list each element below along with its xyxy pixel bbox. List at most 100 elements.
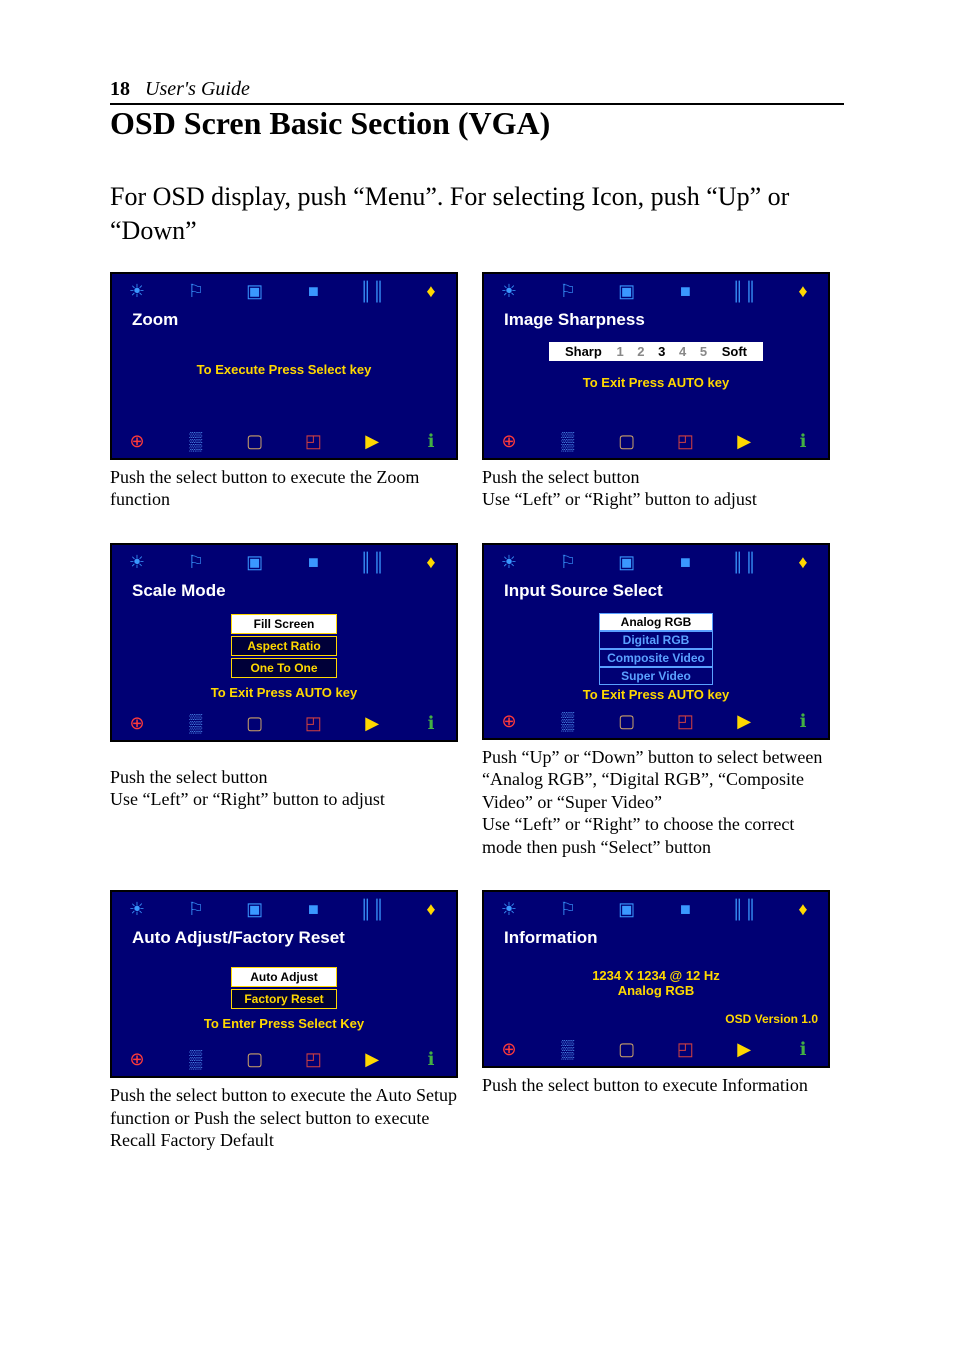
window-icon: ▣ — [238, 280, 272, 302]
square-icon: ▢ — [238, 1048, 272, 1070]
flag-icon: ⚐ — [551, 280, 585, 302]
sharp-right-label: Soft — [722, 344, 747, 359]
osd-auto-panel: ☀ ⚐ ▣ ■ ║║ ♦ Auto Adjust/Factory Reset A… — [110, 890, 458, 1078]
option-super-video[interactable]: Super Video — [599, 667, 713, 685]
grid-icon: ◰ — [668, 430, 702, 452]
grid-icon: ◰ — [296, 430, 330, 452]
info-icon: ℹ — [414, 430, 448, 452]
flag-icon: ⚐ — [179, 551, 213, 573]
option-composite-video[interactable]: Composite Video — [599, 649, 713, 667]
bars-icon: ║║ — [727, 280, 761, 302]
resolution-text: 1234 X 1234 @ 12 Hz — [484, 968, 828, 983]
flag-icon: ⚐ — [551, 551, 585, 573]
osd-title: Auto Adjust/Factory Reset — [112, 924, 456, 956]
option-fill-screen[interactable]: Fill Screen — [231, 614, 337, 634]
osd-hint: To Enter Press Select Key — [112, 1016, 456, 1031]
scale-2: 2 — [637, 344, 644, 359]
zoom-in-icon: ⊕ — [492, 430, 526, 452]
bottom-icon-bar: ⊕ ▒ ▢ ◰ ▶ ℹ — [112, 426, 456, 458]
pattern-icon: ▒ — [551, 710, 585, 732]
flag-icon: ⚐ — [551, 898, 585, 920]
scale-3: 3 — [658, 344, 665, 359]
bars-icon: ║║ — [727, 551, 761, 573]
osd-hint: To Exit Press AUTO key — [112, 685, 456, 700]
diamond-icon: ♦ — [414, 898, 448, 920]
brightness-icon: ☀ — [492, 898, 526, 920]
bars-icon: ║║ — [727, 898, 761, 920]
square-icon: ▢ — [610, 1038, 644, 1060]
option-analog-rgb[interactable]: Analog RGB — [599, 613, 713, 631]
grid-icon: ◰ — [296, 712, 330, 734]
zoom-in-icon: ⊕ — [492, 1038, 526, 1060]
play-icon: ▶ — [355, 430, 389, 452]
info-caption: Push the select button to execute Inform… — [482, 1074, 830, 1097]
osd-zoom-panel: ☀ ⚐ ▣ ■ ║║ ♦ Zoom To Execute Press Selec… — [110, 272, 458, 460]
diamond-icon: ♦ — [414, 280, 448, 302]
square-icon: ▢ — [238, 712, 272, 734]
screen-icon: ■ — [296, 280, 330, 302]
section-title: OSD Scren Basic Section (VGA) — [110, 105, 844, 142]
grid-icon: ◰ — [668, 710, 702, 732]
info-icon: ℹ — [786, 1038, 820, 1060]
zoom-in-icon: ⊕ — [120, 712, 154, 734]
zoom-in-icon: ⊕ — [120, 430, 154, 452]
pattern-icon: ▒ — [551, 430, 585, 452]
info-icon: ℹ — [414, 1048, 448, 1070]
osd-scale-panel: ☀ ⚐ ▣ ■ ║║ ♦ Scale Mode Fill Screen Aspe… — [110, 543, 458, 742]
sharp-left-label: Sharp — [565, 344, 602, 359]
grid-icon: ◰ — [668, 1038, 702, 1060]
bottom-icon-bar: ⊕ ▒ ▢ ◰ ▶ ℹ — [484, 706, 828, 738]
osd-title: Image Sharpness — [484, 306, 828, 338]
bottom-icon-bar: ⊕ ▒ ▢ ◰ ▶ ℹ — [484, 426, 828, 458]
pattern-icon: ▒ — [551, 1038, 585, 1060]
top-icon-bar: ☀ ⚐ ▣ ■ ║║ ♦ — [484, 274, 828, 306]
flag-icon: ⚐ — [179, 898, 213, 920]
square-icon: ▢ — [610, 710, 644, 732]
top-icon-bar: ☀ ⚐ ▣ ■ ║║ ♦ — [484, 545, 828, 577]
guide-label: User's Guide — [145, 78, 250, 100]
osd-info-panel: ☀ ⚐ ▣ ■ ║║ ♦ Information 1234 X 1234 @ 1… — [482, 890, 830, 1068]
osd-hint: To Execute Press Select key — [112, 362, 456, 377]
top-icon-bar: ☀ ⚐ ▣ ■ ║║ ♦ — [484, 892, 828, 924]
zoom-caption: Push the select button to execute the Zo… — [110, 466, 458, 511]
osd-sharpness-panel: ☀ ⚐ ▣ ■ ║║ ♦ Image Sharpness Sharp 1 2 3… — [482, 272, 830, 460]
bottom-icon-bar: ⊕ ▒ ▢ ◰ ▶ ℹ — [484, 1034, 828, 1066]
bottom-icon-bar: ⊕ ▒ ▢ ◰ ▶ ℹ — [112, 708, 456, 740]
option-digital-rgb[interactable]: Digital RGB — [599, 631, 713, 649]
window-icon: ▣ — [610, 280, 644, 302]
zoom-in-icon: ⊕ — [120, 1048, 154, 1070]
pattern-icon: ▒ — [179, 430, 213, 452]
diamond-icon: ♦ — [414, 551, 448, 573]
info-icon: ℹ — [414, 712, 448, 734]
play-icon: ▶ — [355, 712, 389, 734]
zoom-in-icon: ⊕ — [492, 710, 526, 732]
option-auto-adjust[interactable]: Auto Adjust — [231, 967, 337, 987]
info-icon: ℹ — [786, 710, 820, 732]
square-icon: ▢ — [610, 430, 644, 452]
brightness-icon: ☀ — [120, 551, 154, 573]
diamond-icon: ♦ — [786, 280, 820, 302]
top-icon-bar: ☀ ⚐ ▣ ■ ║║ ♦ — [112, 545, 456, 577]
diamond-icon: ♦ — [786, 551, 820, 573]
sharpness-slider[interactable]: Sharp 1 2 3 4 5 Soft — [549, 342, 763, 361]
sharpness-caption: Push the select button Use “Left” or “Ri… — [482, 466, 830, 511]
play-icon: ▶ — [727, 710, 761, 732]
play-icon: ▶ — [727, 1038, 761, 1060]
window-icon: ▣ — [238, 898, 272, 920]
option-factory-reset[interactable]: Factory Reset — [231, 989, 337, 1009]
square-icon: ▢ — [238, 430, 272, 452]
intro-text: For OSD display, push “Menu”. For select… — [110, 180, 844, 248]
bottom-icon-bar: ⊕ ▒ ▢ ◰ ▶ ℹ — [112, 1044, 456, 1076]
window-icon: ▣ — [238, 551, 272, 573]
window-icon: ▣ — [610, 898, 644, 920]
screen-icon: ■ — [668, 898, 702, 920]
brightness-icon: ☀ — [492, 551, 526, 573]
option-one-to-one[interactable]: One To One — [231, 658, 337, 678]
running-header: 18 User's Guide — [110, 78, 844, 105]
top-icon-bar: ☀ ⚐ ▣ ■ ║║ ♦ — [112, 892, 456, 924]
pattern-icon: ▒ — [179, 712, 213, 734]
scale-1: 1 — [616, 344, 623, 359]
screen-icon: ■ — [296, 551, 330, 573]
diamond-icon: ♦ — [786, 898, 820, 920]
option-aspect-ratio[interactable]: Aspect Ratio — [231, 636, 337, 656]
